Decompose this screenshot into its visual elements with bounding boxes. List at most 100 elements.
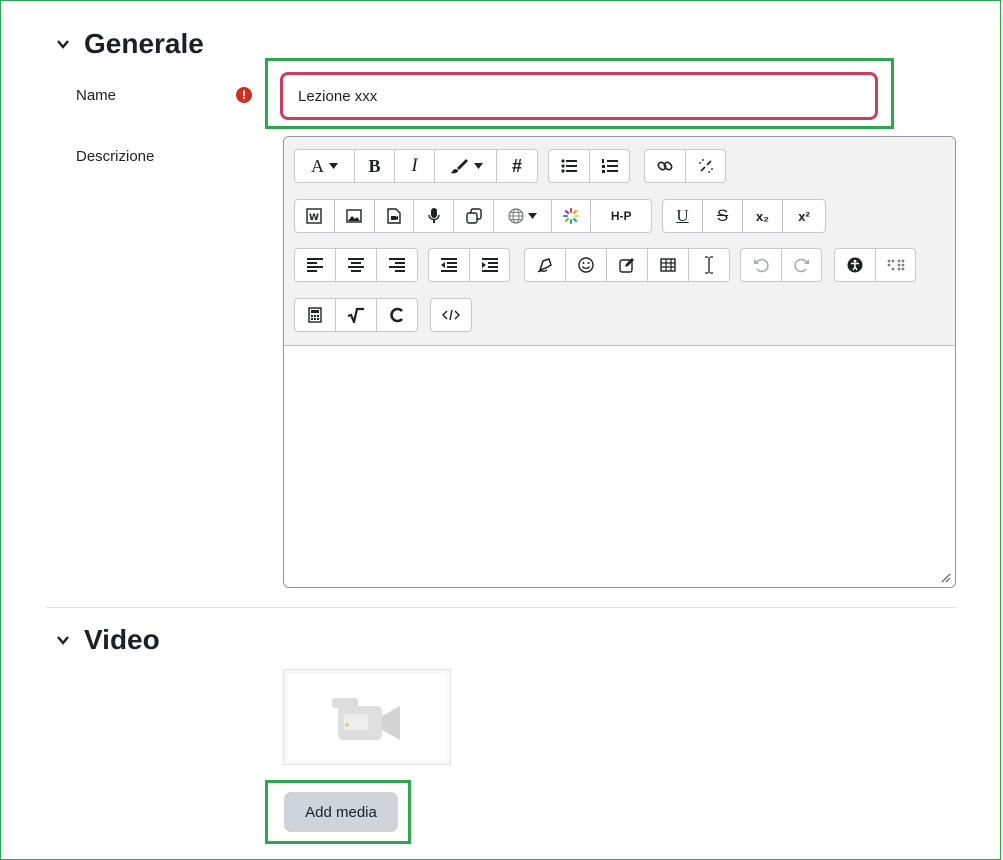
- caret-down-icon: [473, 163, 483, 169]
- align-center-button[interactable]: [336, 249, 377, 281]
- word-icon: W: [306, 208, 323, 224]
- redo-button[interactable]: [782, 249, 821, 281]
- name-input[interactable]: [280, 72, 878, 120]
- edit-button[interactable]: [607, 249, 648, 281]
- undo-button[interactable]: [741, 249, 782, 281]
- toolbar-group-media: W H-P: [294, 199, 652, 233]
- unordered-list-button[interactable]: [549, 150, 590, 182]
- align-center-icon: [348, 258, 364, 272]
- resize-handle-icon[interactable]: [941, 573, 951, 583]
- toolbar-group-format: U S x₂ x²: [662, 199, 826, 233]
- accessibility-checker-button[interactable]: [835, 249, 876, 281]
- clear-formatting-button[interactable]: [689, 249, 729, 281]
- toolbar-group-style: A B I #: [294, 149, 538, 183]
- redo-icon: [793, 258, 809, 273]
- bullet-list-icon: [561, 159, 577, 173]
- file-video-icon: [387, 208, 401, 224]
- toolbar-group-align: [294, 248, 418, 282]
- html-source-button[interactable]: [431, 299, 471, 331]
- chemistry-button[interactable]: [377, 299, 417, 331]
- chevron-down-icon: [57, 636, 69, 645]
- toolbar-group-accessibility: [834, 248, 916, 282]
- underline-button[interactable]: U: [663, 200, 703, 232]
- caret-down-icon: [527, 213, 537, 219]
- unlink-icon: [698, 159, 713, 173]
- loading-icon-button[interactable]: [552, 200, 592, 232]
- strikethrough-button[interactable]: S: [703, 200, 743, 232]
- calculator-button[interactable]: [295, 299, 336, 331]
- font-style-button[interactable]: A: [295, 150, 355, 182]
- align-right-icon: [389, 258, 405, 272]
- paintbrush-icon: [449, 159, 468, 174]
- text-color-button[interactable]: [435, 150, 497, 182]
- image-icon: [346, 209, 362, 223]
- name-label: Name: [76, 87, 117, 104]
- manage-files-button[interactable]: [454, 200, 494, 232]
- toolbar-group-insert: [524, 248, 730, 282]
- indent-button[interactable]: [470, 249, 509, 281]
- spinner-icon: [562, 208, 579, 224]
- add-media-button[interactable]: Add media: [284, 792, 398, 832]
- toolbar-group-links: [644, 149, 726, 183]
- globe-icon: [508, 208, 524, 224]
- h5p-button[interactable]: H-P: [591, 200, 651, 232]
- copy-icon: [465, 208, 482, 224]
- section-header-generale[interactable]: Generale: [56, 28, 204, 60]
- description-editor: A B I # W H-P U S x₂ x²: [283, 136, 956, 588]
- screenreader-helper-button[interactable]: [876, 249, 915, 281]
- subscript-button[interactable]: x₂: [743, 200, 783, 232]
- italic-button[interactable]: I: [395, 150, 435, 182]
- toolbar-group-math: [294, 298, 418, 332]
- description-textarea[interactable]: [284, 346, 955, 587]
- toolbar-group-history: [740, 248, 822, 282]
- table-button[interactable]: [648, 249, 689, 281]
- media-button[interactable]: [375, 200, 415, 232]
- code-icon: [442, 309, 460, 321]
- bold-button[interactable]: B: [355, 150, 395, 182]
- editor-toolbar: A B I # W H-P U S x₂ x²: [284, 137, 955, 346]
- smile-icon: [578, 257, 594, 273]
- table-icon: [660, 258, 676, 272]
- indent-icon: [481, 258, 498, 272]
- chevron-down-icon: [57, 40, 69, 49]
- numbered-list-icon: [601, 159, 618, 173]
- link-icon: [657, 161, 673, 171]
- square-root-button[interactable]: [336, 299, 377, 331]
- video-camera-icon: [332, 698, 400, 740]
- calculator-icon: [308, 307, 322, 323]
- link-button[interactable]: [645, 150, 686, 182]
- section-header-video[interactable]: Video: [56, 624, 160, 656]
- section-divider: [46, 607, 957, 608]
- section-title: Generale: [84, 28, 204, 59]
- record-audio-button[interactable]: [414, 200, 455, 232]
- required-icon: !: [236, 87, 252, 103]
- chemistry-c-icon: [390, 307, 403, 323]
- word-import-button[interactable]: W: [295, 200, 335, 232]
- hashtag-button[interactable]: #: [497, 150, 537, 182]
- undo-icon: [754, 258, 769, 273]
- caret-down-icon: [329, 163, 338, 169]
- language-button[interactable]: [494, 200, 552, 232]
- svg-text:W: W: [309, 213, 319, 223]
- outdent-icon: [441, 258, 457, 272]
- equation-button[interactable]: [525, 249, 566, 281]
- edit-icon: [619, 258, 634, 273]
- accessibility-icon: [847, 257, 863, 273]
- microphone-icon: [428, 208, 440, 223]
- superscript-button[interactable]: x²: [783, 200, 825, 232]
- toolbar-group-indent: [428, 248, 510, 282]
- outdent-button[interactable]: [429, 249, 470, 281]
- toolbar-group-lists: [548, 149, 630, 183]
- video-thumbnail: [283, 669, 451, 765]
- align-right-button[interactable]: [377, 249, 417, 281]
- emoji-button[interactable]: [566, 249, 607, 281]
- pen-nib-icon: [537, 258, 552, 273]
- text-cursor-icon: [705, 256, 713, 274]
- align-left-button[interactable]: [295, 249, 336, 281]
- image-button[interactable]: [335, 200, 375, 232]
- ordered-list-button[interactable]: [590, 150, 629, 182]
- square-root-icon: [347, 307, 364, 323]
- description-label: Descrizione: [76, 148, 155, 165]
- section-title: Video: [84, 624, 160, 655]
- unlink-button[interactable]: [686, 150, 725, 182]
